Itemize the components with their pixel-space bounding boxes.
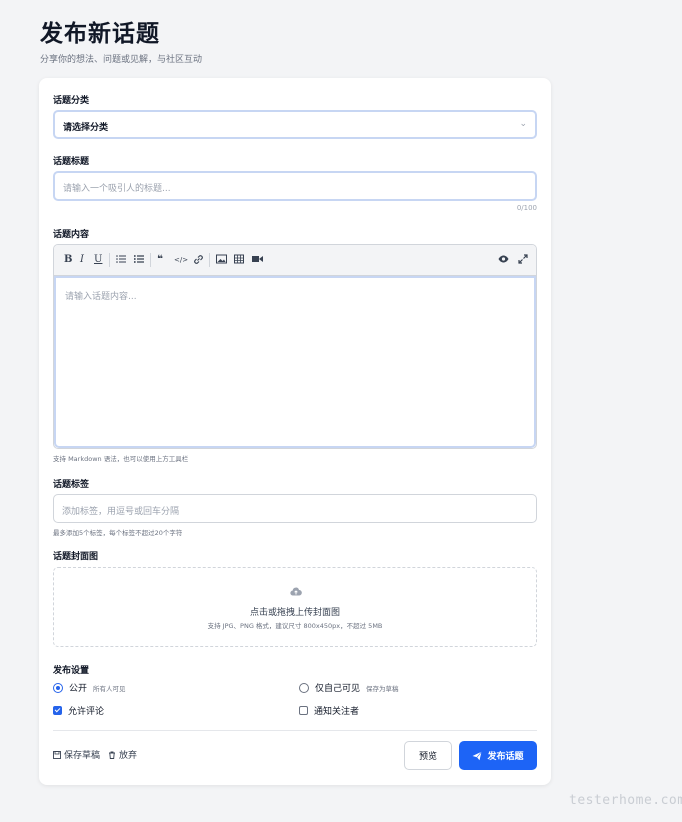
discard-label: 放弃	[119, 751, 138, 761]
table-icon	[234, 254, 244, 264]
content-label: 话题内容	[53, 230, 90, 240]
allow-comments-option[interactable]: 允许评论	[53, 704, 104, 717]
cover-upload-area[interactable]: 点击或拖拽上传封面图 支持 JPG、PNG 格式，建议尺寸 800x450px，…	[53, 567, 537, 647]
video-icon	[252, 256, 263, 262]
save-draft-button[interactable]: 保存草稿	[53, 748, 100, 761]
publish-label: 发布话题	[487, 752, 524, 762]
bold-button[interactable]: B	[64, 254, 72, 266]
preview-toggle-button[interactable]	[498, 254, 509, 266]
cover-label: 话题封面图	[53, 552, 99, 562]
preview-button[interactable]: 预览	[404, 741, 452, 770]
notify-followers-option[interactable]: 通知关注者	[299, 704, 359, 717]
bullet-list-icon	[134, 255, 144, 263]
actions-divider	[53, 730, 537, 731]
link-button[interactable]	[193, 254, 204, 266]
video-button[interactable]	[252, 254, 263, 266]
italic-button[interactable]: I	[80, 254, 84, 266]
save-icon	[53, 750, 61, 759]
tags-label: 话题标签	[53, 480, 90, 490]
page-subtitle: 分享你的想法、问题或见解，与社区互动	[40, 55, 203, 65]
private-radio-desc: 保存为草稿	[366, 684, 399, 693]
category-select-value: 请选择分类	[63, 123, 109, 133]
public-radio-option[interactable]: 公开 所有人可见	[53, 681, 126, 694]
chevron-down-icon: ⌄	[519, 119, 527, 129]
link-icon	[194, 255, 203, 264]
allow-comments-checkbox[interactable]	[53, 706, 62, 715]
code-button[interactable]: </>	[174, 254, 188, 266]
fullscreen-button[interactable]	[518, 254, 528, 266]
ordered-list-icon	[116, 255, 126, 263]
cloud-upload-icon	[290, 587, 302, 596]
page-title: 发布新话题	[40, 21, 160, 47]
private-radio[interactable]	[299, 682, 309, 693]
tags-hint: 最多添加5个标签，每个标签不超过20个字符	[53, 529, 183, 537]
title-input-placeholder: 请输入一个吸引人的标题...	[63, 184, 171, 194]
upload-sub-text: 支持 JPG、PNG 格式，建议尺寸 800x450px，不超过 5MB	[207, 622, 383, 630]
allow-comments-label: 允许评论	[68, 707, 105, 717]
public-radio[interactable]	[53, 682, 63, 693]
bullet-list-button[interactable]	[134, 254, 144, 266]
toolbar-divider	[109, 253, 110, 267]
category-select[interactable]: 请选择分类 ⌄	[53, 110, 537, 139]
settings-label: 发布设置	[53, 666, 90, 676]
notify-followers-label: 通知关注者	[314, 707, 360, 717]
private-radio-label: 仅自己可见	[315, 684, 361, 694]
ordered-list-button[interactable]	[116, 254, 126, 266]
toolbar-divider	[209, 253, 210, 267]
category-label: 话题分类	[53, 96, 90, 106]
image-icon	[216, 254, 227, 264]
underline-button[interactable]: U	[94, 254, 102, 266]
quote-button[interactable]: ❝	[157, 254, 163, 266]
tags-input[interactable]: 添加标签，用逗号或回车分隔	[53, 494, 537, 523]
public-radio-label: 公开	[69, 684, 88, 694]
notify-followers-checkbox[interactable]	[299, 706, 308, 715]
upload-main-text: 点击或拖拽上传封面图	[249, 608, 340, 618]
toolbar-divider	[150, 253, 151, 267]
content-textarea[interactable]: 请输入话题内容...	[54, 276, 536, 448]
content-placeholder: 请输入话题内容...	[65, 292, 137, 302]
send-icon	[472, 751, 483, 760]
eye-icon	[498, 255, 509, 263]
trash-icon	[109, 751, 115, 759]
title-char-counter: 0/100	[516, 204, 537, 212]
discard-button[interactable]: 放弃	[108, 748, 137, 761]
content-hint: 支持 Markdown 语法，也可以使用上方工具栏	[53, 455, 189, 463]
expand-icon	[518, 254, 528, 264]
save-draft-label: 保存草稿	[64, 751, 101, 761]
title-label: 话题标题	[53, 157, 90, 167]
publish-button[interactable]: 发布话题	[459, 741, 537, 770]
image-button[interactable]	[216, 254, 227, 266]
content-editor: B I U ❝ </> 请输入话题内容...	[53, 244, 537, 449]
tags-input-placeholder: 添加标签，用逗号或回车分隔	[62, 507, 180, 517]
public-radio-desc: 所有人可见	[93, 684, 126, 693]
editor-toolbar: B I U ❝ </>	[54, 245, 536, 276]
table-button[interactable]	[234, 254, 244, 266]
title-input[interactable]: 请输入一个吸引人的标题...	[53, 171, 537, 201]
topic-form-card: 话题分类 请选择分类 ⌄ 话题标题 请输入一个吸引人的标题... 0/100 话…	[39, 78, 551, 785]
private-radio-option[interactable]: 仅自己可见 保存为草稿	[299, 681, 399, 694]
watermark: testerhome.com	[569, 793, 682, 808]
